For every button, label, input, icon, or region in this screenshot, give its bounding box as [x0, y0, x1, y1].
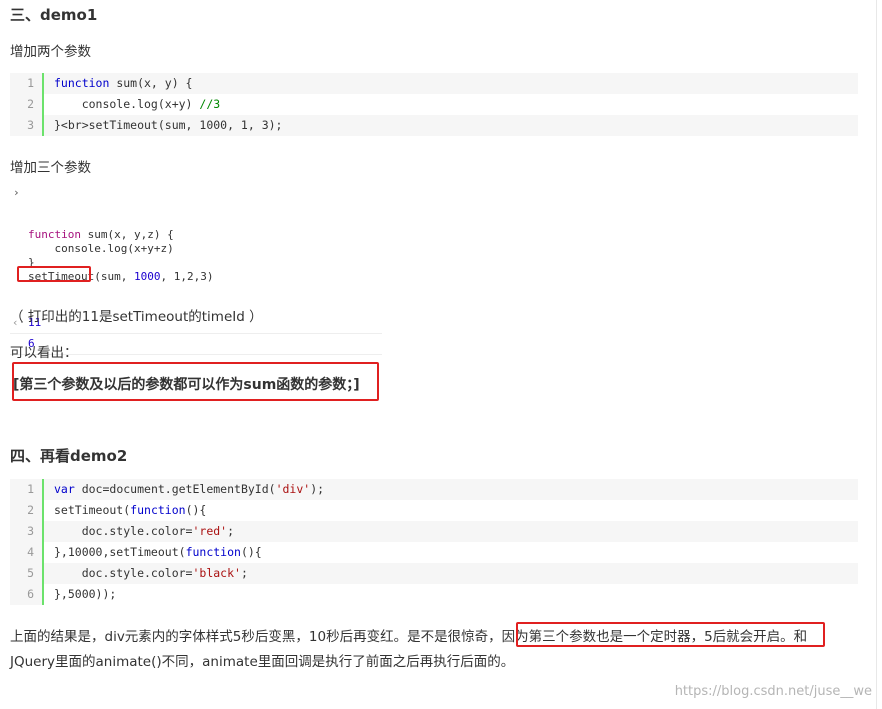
line-number: 6	[10, 584, 44, 605]
code-text: }<br>setTimeout(sum, 1000, 1, 3);	[44, 115, 858, 136]
code-block-demo2: 1 var doc=document.getElementById('div');…	[10, 479, 858, 605]
code-line: 4 },10000,setTimeout(function(){	[10, 542, 858, 563]
code-line: 1 var doc=document.getElementById('div');	[10, 479, 858, 500]
code-text: console.log(x+y) //3	[54, 97, 221, 111]
line-number: 3	[10, 115, 44, 136]
can-see-text: 可以看出：	[10, 345, 78, 361]
content-right-border	[876, 0, 877, 709]
code-text: doc.style.color='red';	[44, 521, 858, 542]
code-line: 2 setTimeout(function(){	[10, 500, 858, 521]
code-text: function sum(x, y) {	[44, 73, 858, 94]
console-code-line: function sum(x, y,z) {	[28, 228, 174, 241]
code-block-demo1: 1 function sum(x, y) {2 console.log(x+y) …	[10, 73, 858, 136]
section-3-heading: 三、demo1	[10, 6, 98, 24]
csdn-watermark: https://blog.csdn.net/juse__we	[674, 684, 872, 699]
line-number: 2	[10, 500, 44, 521]
line-number: 3	[10, 521, 44, 542]
console-code-line: console.log(x+y+z)	[28, 242, 174, 255]
add-three-params-text: 增加三个参数	[10, 160, 91, 176]
code-line: 1 function sum(x, y) {	[10, 73, 858, 94]
line-number: 4	[10, 542, 44, 563]
line-number: 2	[10, 94, 44, 115]
line-number: 1	[10, 479, 44, 500]
console-input: › function sum(x, y,z) { console.log(x+y…	[10, 186, 382, 312]
highlight-box-conclusion	[12, 362, 379, 401]
code-line: 3}<br>setTimeout(sum, 1000, 1, 3);	[10, 115, 858, 136]
console-prompt-icon: ›	[13, 186, 20, 199]
line-number: 1	[10, 73, 44, 94]
highlight-box-result	[516, 622, 825, 647]
timeid-note: （ 打印出的11是setTimeout的timeId ）	[10, 309, 263, 325]
section-4-heading: 四、再看demo2	[10, 447, 128, 465]
code-text: var doc=document.getElementById('div');	[44, 479, 858, 500]
code-line: 6 },5000));	[10, 584, 858, 605]
result-text-line-2: JQuery里面的animate()不同，animate里面回调是执行了前面之后…	[10, 654, 515, 670]
code-line: 3 doc.style.color='red';	[10, 521, 858, 542]
code-text: setTimeout(function(){	[54, 503, 207, 517]
line-number: 5	[10, 563, 44, 584]
code-line: 2 console.log(x+y) //3	[10, 94, 858, 115]
add-two-params-text: 增加两个参数	[10, 44, 91, 60]
highlight-box-console-log	[17, 266, 91, 282]
code-text: doc.style.color='black';	[44, 563, 858, 584]
code-line: 5 doc.style.color='black';	[10, 563, 858, 584]
code-text: },5000));	[54, 587, 117, 601]
code-text: },10000,setTimeout(function(){	[54, 545, 262, 559]
